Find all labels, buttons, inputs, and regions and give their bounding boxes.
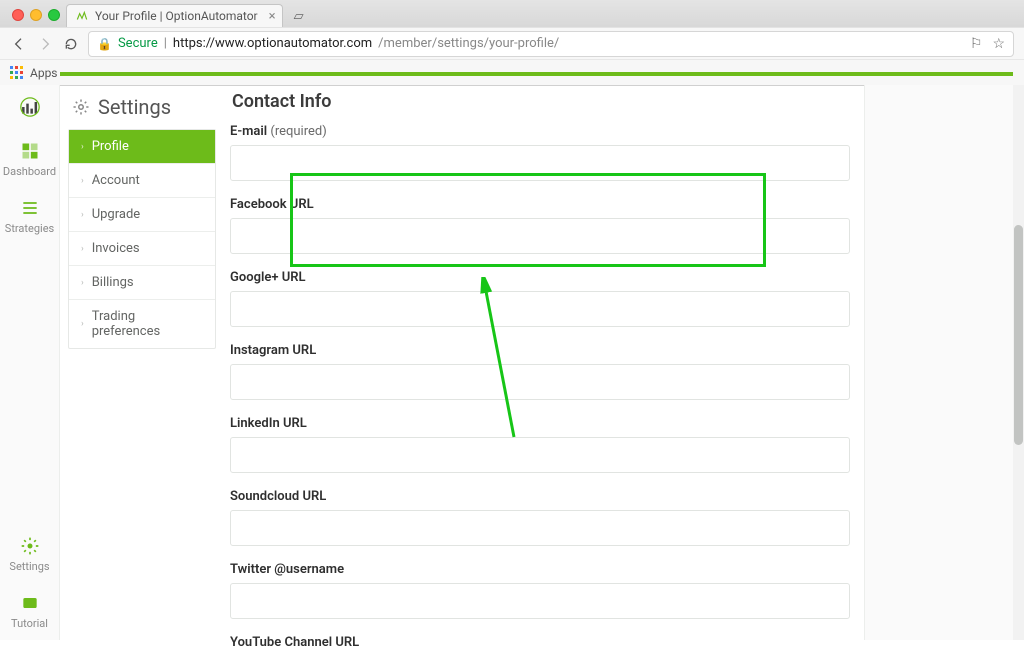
content: Settings › Profile › Account › Upgrade: [60, 85, 864, 640]
settings-menu: › Profile › Account › Upgrade › Invoices: [68, 129, 216, 349]
menu-item-account[interactable]: › Account: [69, 164, 215, 198]
rail-label: Strategies: [5, 222, 54, 235]
tab-bar: Your Profile | OptionAutomator × ▱: [0, 0, 1024, 27]
rail-label: Settings: [9, 560, 49, 573]
menu-label: Billings: [92, 275, 134, 290]
apps-icon[interactable]: [10, 66, 24, 80]
menu-item-billings[interactable]: › Billings: [69, 266, 215, 300]
maximize-window-icon[interactable]: [48, 9, 60, 21]
rail-item-strategies[interactable]: Strategies: [0, 188, 59, 245]
reload-button[interactable]: [62, 35, 80, 53]
field-youtube: YouTube Channel URL: [230, 635, 850, 650]
field-email: E-mail (required): [230, 124, 850, 181]
close-window-icon[interactable]: [12, 9, 24, 21]
instagram-label: Instagram URL: [230, 343, 850, 358]
field-twitter: Twitter @username: [230, 562, 850, 619]
field-linkedin: LinkedIn URL: [230, 416, 850, 473]
menu-label: Profile: [92, 139, 129, 154]
rail-item-settings[interactable]: Settings: [0, 526, 59, 583]
field-facebook: Facebook URL: [230, 197, 850, 254]
new-tab-button[interactable]: ▱: [289, 7, 309, 25]
secure-label: Secure: [118, 36, 158, 51]
google-plus-label: Google+ URL: [230, 270, 850, 285]
accent-strip: [60, 72, 1013, 76]
form-column: Contact Info E-mail (required) Facebook …: [230, 87, 850, 640]
bookmark-page-icon[interactable]: ⚐: [970, 36, 983, 52]
instagram-input[interactable]: [230, 364, 850, 400]
chevron-right-icon: ›: [81, 244, 84, 254]
gear-icon: [72, 98, 90, 116]
settings-header: Settings: [68, 87, 216, 129]
menu-label: Account: [92, 173, 140, 188]
email-input[interactable]: [230, 145, 850, 181]
right-gutter: [864, 85, 1024, 640]
twitter-input[interactable]: [230, 583, 850, 619]
settings-title: Settings: [98, 95, 171, 119]
browser-tab[interactable]: Your Profile | OptionAutomator ×: [66, 4, 283, 27]
nav-bar: 🔒 Secure | https://www.optionautomator.c…: [0, 27, 1024, 59]
soundcloud-input[interactable]: [230, 510, 850, 546]
section-title: Contact Info: [232, 91, 850, 112]
twitter-label: Twitter @username: [230, 562, 850, 577]
tab-title: Your Profile | OptionAutomator: [95, 9, 258, 23]
linkedin-input[interactable]: [230, 437, 850, 473]
back-button[interactable]: [10, 35, 28, 53]
url-path: /member/settings/your-profile/: [378, 36, 559, 51]
menu-label: Trading preferences: [92, 309, 203, 339]
menu-item-upgrade[interactable]: › Upgrade: [69, 198, 215, 232]
chevron-right-icon: ›: [81, 176, 84, 186]
main: Settings › Profile › Account › Upgrade: [60, 85, 1024, 640]
menu-item-profile[interactable]: › Profile: [69, 130, 215, 164]
apps-label[interactable]: Apps: [30, 66, 58, 80]
url-host: https://www.optionautomator.com: [173, 36, 372, 51]
star-icon[interactable]: ☆: [992, 36, 1005, 52]
scrollbar-thumb[interactable]: [1014, 225, 1023, 445]
soundcloud-label: Soundcloud URL: [230, 489, 850, 504]
rail-item-dashboard[interactable]: Dashboard: [0, 131, 59, 188]
brand-logo[interactable]: [0, 91, 59, 131]
app-area: Dashboard Strategies Settings Tutorial S…: [0, 85, 1024, 640]
chevron-right-icon: ›: [81, 319, 84, 329]
chevron-right-icon: ›: [81, 278, 84, 288]
facebook-input[interactable]: [230, 218, 850, 254]
field-google-plus: Google+ URL: [230, 270, 850, 327]
chevron-right-icon: ›: [81, 142, 84, 152]
rail-label: Tutorial: [11, 617, 48, 630]
youtube-label: YouTube Channel URL: [230, 635, 850, 650]
scrollbar-track[interactable]: [1013, 85, 1024, 640]
lock-icon: 🔒: [97, 37, 112, 51]
menu-item-trading-preferences[interactable]: › Trading preferences: [69, 300, 215, 348]
menu-label: Upgrade: [92, 207, 140, 222]
window-controls: [6, 9, 66, 27]
tab-favicon: [75, 9, 89, 23]
rail-label: Dashboard: [3, 165, 56, 178]
left-rail: Dashboard Strategies Settings Tutorial: [0, 85, 60, 640]
tab-close-icon[interactable]: ×: [269, 9, 276, 24]
google-plus-input[interactable]: [230, 291, 850, 327]
minimize-window-icon[interactable]: [30, 9, 42, 21]
menu-item-invoices[interactable]: › Invoices: [69, 232, 215, 266]
linkedin-label: LinkedIn URL: [230, 416, 850, 431]
chevron-right-icon: ›: [81, 210, 84, 220]
settings-column: Settings › Profile › Account › Upgrade: [68, 87, 216, 640]
field-soundcloud: Soundcloud URL: [230, 489, 850, 546]
menu-label: Invoices: [92, 241, 140, 256]
address-bar[interactable]: 🔒 Secure | https://www.optionautomator.c…: [88, 31, 1014, 57]
field-instagram: Instagram URL: [230, 343, 850, 400]
rail-item-tutorial[interactable]: Tutorial: [0, 583, 59, 640]
forward-button[interactable]: [36, 35, 54, 53]
facebook-label: Facebook URL: [230, 197, 850, 212]
email-label: E-mail (required): [230, 124, 850, 139]
